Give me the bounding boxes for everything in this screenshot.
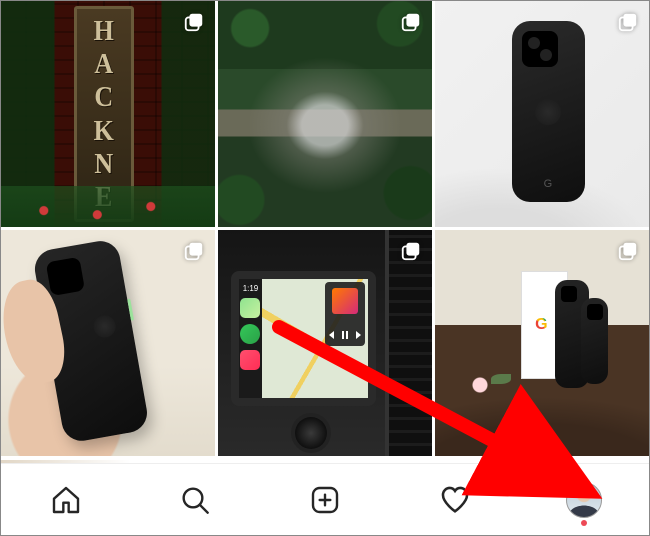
sign-letter: N (94, 149, 113, 178)
carousel-icon (183, 11, 205, 33)
grid-post[interactable] (435, 230, 649, 456)
home-tab[interactable] (46, 480, 86, 520)
fingerprint-sensor-icon (535, 99, 561, 125)
prev-track-icon (329, 331, 334, 339)
sign-letter: K (94, 116, 114, 145)
air-vent (385, 230, 432, 456)
fingerprint-sensor-icon (92, 313, 117, 338)
flower-graphic (465, 370, 495, 400)
messages-app-icon (240, 324, 260, 344)
bottom-nav (1, 463, 649, 535)
decorative-foliage (1, 186, 215, 227)
clock-text: 1:19 (243, 283, 259, 295)
sign-letter: H (94, 17, 114, 46)
decorative-foliage (218, 1, 432, 227)
activity-tab[interactable] (435, 480, 475, 520)
sign-letter: A (94, 50, 113, 79)
carousel-icon (617, 11, 639, 33)
feed-grid: H A C K N E G (1, 1, 649, 456)
grid-post[interactable]: 1:19 (218, 230, 432, 456)
notification-dot-icon (581, 520, 587, 526)
pause-icon (342, 331, 348, 339)
grid-post[interactable]: G (435, 1, 649, 227)
now-playing-card (325, 282, 365, 347)
volume-knob-icon (295, 417, 327, 449)
new-post-tab[interactable] (305, 480, 345, 520)
music-app-icon (240, 350, 260, 370)
google-logo-icon (535, 316, 553, 334)
grid-post[interactable]: H A C K N E (1, 1, 215, 227)
grid-post[interactable] (218, 1, 432, 227)
search-icon (179, 484, 211, 516)
profile-avatar-icon (566, 482, 602, 518)
next-track-icon (356, 331, 361, 339)
search-tab[interactable] (175, 480, 215, 520)
camera-module-icon (587, 304, 603, 320)
heart-icon (438, 483, 472, 517)
profile-tab[interactable] (564, 480, 604, 520)
carousel-icon (183, 240, 205, 262)
brand-mark: G (544, 178, 554, 190)
infotainment-screen: 1:19 (231, 271, 377, 407)
phone-graphic: G (512, 21, 585, 202)
maps-app-icon (240, 298, 260, 318)
camera-module-icon (46, 256, 85, 295)
grid-post[interactable] (1, 230, 215, 456)
sign-letter: C (94, 83, 113, 112)
camera-module-icon (522, 31, 558, 67)
home-icon (50, 484, 82, 516)
carousel-icon (617, 240, 639, 262)
new-post-icon (309, 484, 341, 516)
camera-module-icon (561, 286, 577, 302)
carplay-sidebar: 1:19 (239, 279, 262, 399)
map-view (262, 279, 368, 399)
phone-graphic (581, 298, 609, 384)
album-art (332, 288, 358, 314)
